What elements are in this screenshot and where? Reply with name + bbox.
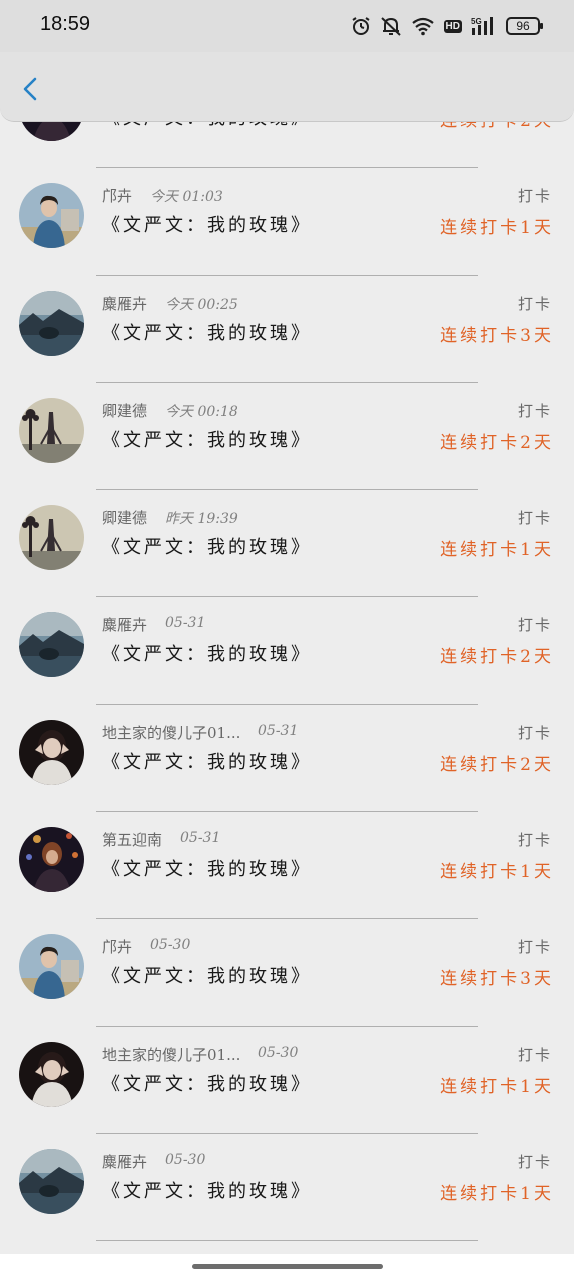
battery-icon: 96 xyxy=(506,17,543,35)
checkin-time: 05-30 xyxy=(258,1044,299,1061)
streak-badge: 连续打卡2天 xyxy=(440,647,554,668)
avatar[interactable] xyxy=(19,827,84,893)
back-button[interactable] xyxy=(14,72,48,106)
streak-badge: 连续打卡3天 xyxy=(440,325,554,346)
list-item[interactable]: 麋雁卉 05-31 《文严文：我的玫瑰》 打卡连续打卡2天 xyxy=(0,597,574,705)
avatar[interactable] xyxy=(19,183,84,249)
streak-badge: 连续打卡1天 xyxy=(440,862,554,883)
avatar[interactable] xyxy=(19,397,84,463)
checkin-time: 05-30 xyxy=(165,1151,206,1168)
book-title: 《文严文：我的玫瑰》 xyxy=(102,215,312,237)
user-name: 麋雁卉 xyxy=(102,616,148,635)
checkin-label: 打卡 xyxy=(517,938,552,957)
avatar[interactable] xyxy=(19,719,84,785)
book-title: 《文严文：我的玫瑰》 xyxy=(102,1073,312,1095)
book-title: 《文严文：我的玫瑰》 xyxy=(102,1180,312,1202)
book-title: 《文严文：我的玫瑰》 xyxy=(102,966,312,988)
checkin-label: 打卡 xyxy=(517,1045,552,1064)
user-name: 第五迎南 xyxy=(102,831,163,850)
book-title: 《文严文：我的玫瑰》 xyxy=(102,751,312,773)
checkin-label: 打卡 xyxy=(517,616,552,635)
avatar[interactable] xyxy=(19,612,84,678)
avatar[interactable] xyxy=(19,934,84,1000)
list-item[interactable]: 卿建德 昨天 19:39 《文严文：我的玫瑰》 打卡连续打卡1天 xyxy=(0,490,574,598)
avatar[interactable] xyxy=(19,505,84,571)
user-name: 地主家的傻儿子01... xyxy=(102,723,241,742)
checkin-time: 05-31 xyxy=(258,722,299,739)
checkin-label: 打卡 xyxy=(517,401,552,420)
checkin-time: 05-31 xyxy=(180,830,221,847)
list-item[interactable]: 麋雁卉 05-30 《文严文：我的玫瑰》 打卡连续打卡1天 xyxy=(0,1134,574,1242)
streak-badge: 连续打卡2天 xyxy=(440,432,554,453)
streak-badge: 连续打卡1天 xyxy=(440,540,554,561)
list-item[interactable]: 邝卉 05-30 《文严文：我的玫瑰》 打卡连续打卡3天 xyxy=(0,919,574,1027)
user-name: 卿建德 xyxy=(102,509,148,528)
signal-icon: 5G xyxy=(471,17,493,35)
user-name: 卿建德 xyxy=(102,401,148,420)
book-title: 《文严文：我的玫瑰》 xyxy=(102,859,312,881)
list-item[interactable]: 地主家的傻儿子01... 05-30 《文严文：我的玫瑰》 打卡连续打卡1天 xyxy=(0,1027,574,1134)
checkin-list[interactable]: 第五迎南今天 11:29《文严文：我的玫瑰》打卡连续打卡2天邝卉今天 01:03… xyxy=(0,76,574,1242)
list-item[interactable]: 第五迎南 05-31 《文严文：我的玫瑰》 打卡连续打卡1天 xyxy=(0,812,574,920)
chevron-left-icon xyxy=(23,77,37,101)
list-item[interactable]: 麋雁卉 今天 00:25 《文严文：我的玫瑰》 打卡连续打卡3天 xyxy=(0,276,574,383)
system-nav-bar xyxy=(0,1254,574,1280)
avatar[interactable] xyxy=(19,1041,84,1107)
status-bar: 18:59 HD 5G 96 xyxy=(0,0,574,52)
checkin-time: 今天 00:18 xyxy=(165,403,238,420)
book-title: 《文严文：我的玫瑰》 xyxy=(102,322,312,344)
user-name: 邝卉 xyxy=(102,938,133,957)
home-indicator[interactable] xyxy=(192,1264,383,1269)
list-item[interactable]: 邝卉 今天 01:03 《文严文：我的玫瑰》 打卡连续打卡1天 xyxy=(0,168,574,276)
user-name: 麋雁卉 xyxy=(102,1152,148,1171)
checkin-time: 今天 01:03 xyxy=(150,189,223,206)
status-icons: HD 5G 96 xyxy=(351,14,543,38)
checkin-label: 打卡 xyxy=(517,509,552,528)
checkin-label: 打卡 xyxy=(517,1152,552,1171)
list-item[interactable]: 卿建德 今天 00:18 《文严文：我的玫瑰》 打卡连续打卡2天 xyxy=(0,383,574,491)
wifi-icon xyxy=(411,17,434,36)
streak-badge: 连续打卡1天 xyxy=(440,1076,554,1097)
hd-icon: HD xyxy=(443,19,462,33)
streak-badge: 连续打卡1天 xyxy=(440,218,554,239)
checkin-label: 打卡 xyxy=(517,294,552,313)
avatar[interactable] xyxy=(19,1148,84,1214)
row-divider xyxy=(96,1240,478,1242)
user-name: 地主家的傻儿子01... xyxy=(102,1045,241,1064)
checkin-time: 05-30 xyxy=(150,937,191,954)
top-app-bar xyxy=(0,52,574,122)
checkin-time: 05-31 xyxy=(165,615,206,632)
mute-icon xyxy=(380,17,401,36)
book-title: 《文严文：我的玫瑰》 xyxy=(102,429,312,451)
checkin-label: 打卡 xyxy=(517,187,552,206)
book-title: 《文严文：我的玫瑰》 xyxy=(102,537,312,559)
streak-badge: 连续打卡2天 xyxy=(440,754,554,775)
avatar[interactable] xyxy=(19,290,84,356)
alarm-icon xyxy=(351,17,370,35)
user-name: 邝卉 xyxy=(102,187,133,206)
screen: 第五迎南今天 11:29《文严文：我的玫瑰》打卡连续打卡2天邝卉今天 01:03… xyxy=(0,0,574,1280)
status-time: 18:59 xyxy=(40,13,91,35)
list-item[interactable]: 地主家的傻儿子01... 05-31 《文严文：我的玫瑰》 打卡连续打卡2天 xyxy=(0,705,574,813)
streak-badge: 连续打卡1天 xyxy=(440,1183,554,1204)
checkin-label: 打卡 xyxy=(517,831,552,850)
checkin-label: 打卡 xyxy=(517,723,552,742)
book-title: 《文严文：我的玫瑰》 xyxy=(102,644,312,666)
streak-badge: 连续打卡3天 xyxy=(440,969,554,990)
checkin-time: 昨天 19:39 xyxy=(165,511,238,528)
checkin-time: 今天 00:25 xyxy=(165,296,238,313)
user-name: 麋雁卉 xyxy=(102,294,148,313)
network-label: 5G xyxy=(471,17,482,26)
